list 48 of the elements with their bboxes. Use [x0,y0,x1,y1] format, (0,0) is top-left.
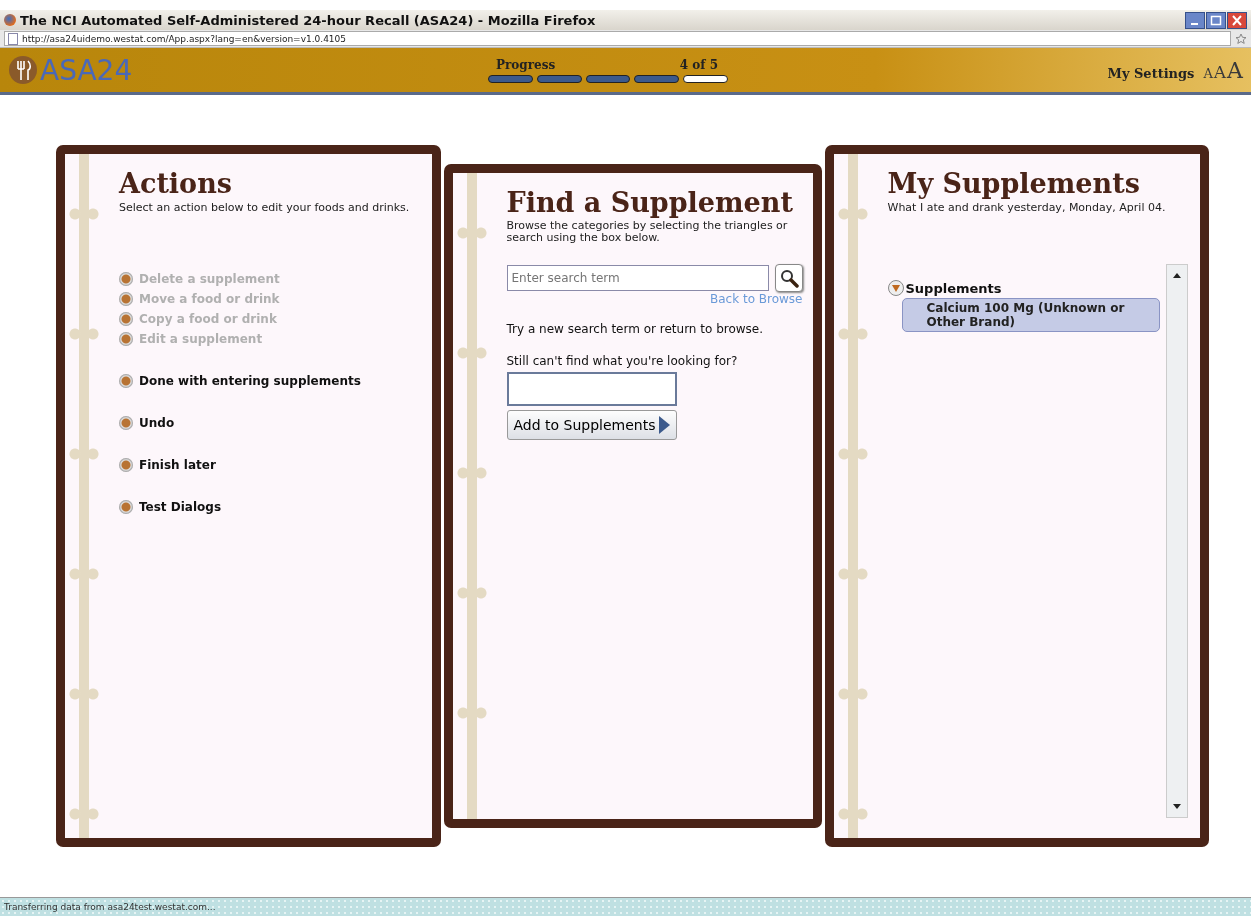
minimize-button[interactable] [1185,11,1205,29]
action-bullet-icon [119,332,133,346]
progress-label: Progress [496,57,556,72]
app-logo: ASA24 [40,53,133,87]
action-item[interactable]: Undo [139,416,175,430]
panel-subtitle: What I ate and drank yesterday, Monday, April 04. [887,201,1167,214]
search-button[interactable] [774,264,803,292]
scroll-up-icon[interactable] [1173,273,1181,278]
search-message: Try a new search term or return to browse. [506,322,765,336]
action-bullet-icon [119,272,133,286]
search-field[interactable]: Enter search term [506,265,769,291]
action-item[interactable]: Done with entering supplements [139,374,361,388]
font-size-button[interactable]: A [1203,65,1213,81]
panel-title: Actions [119,168,233,199]
supplement-item[interactable]: Calcium 100 Mg (Unknown or Other Brand) [901,298,1160,332]
close-button[interactable] [1227,11,1247,29]
add-to-supplements-button[interactable]: Add to Supplements [506,410,677,440]
action-bullet-icon [119,312,133,326]
panel-subtitle: Browse the categories by selecting the triangles or search using the box below. [506,220,789,244]
settings-link[interactable]: My Settings [1107,65,1195,81]
page-icon [8,32,18,45]
address-field[interactable]: http://asa24uidemo.westat.com/App.aspx?lang=en&version=v1.0.4105 [4,31,1231,46]
action-bullet-icon [119,458,133,472]
supplement-name-field[interactable] [506,372,677,406]
panel-title: Find a Supplement [506,187,794,218]
minimize-icon [1191,22,1198,25]
cutlery-logo-icon [8,55,38,85]
window-title: The NCI Automated Self-Administered 24-hour Recall (ASA24) - Mozilla Firefox [20,12,597,28]
maximize-button[interactable] [1206,11,1226,29]
action-item[interactable]: Finish later [139,458,216,472]
action-item[interactable]: Test Dialogs [139,500,222,514]
action-bullet-icon [119,374,133,388]
font-size-button[interactable]: A [1227,57,1243,83]
expand-toggle-icon[interactable] [887,280,904,296]
action-bullet-icon [119,416,133,430]
font-size-button[interactable]: A [1213,61,1227,82]
add-prompt: Still can't find what you're looking for? [506,354,739,368]
tree-category[interactable]: Supplements [905,280,1002,296]
progress-count: 4 of 5 [679,57,718,72]
status-text: Transferring data from asa24test.westat.com... [4,902,216,912]
bookmark-star-icon[interactable] [1235,32,1247,45]
panel-title: My Supplements [887,168,1141,199]
action-bullet-icon [119,292,133,306]
action-bullet-icon [119,500,133,514]
browser-icon [4,14,16,26]
panel-subtitle: Select an action below to edit your foods and drinks. [119,201,411,214]
scrollbar[interactable] [1166,264,1188,818]
scroll-down-icon[interactable] [1173,804,1181,809]
